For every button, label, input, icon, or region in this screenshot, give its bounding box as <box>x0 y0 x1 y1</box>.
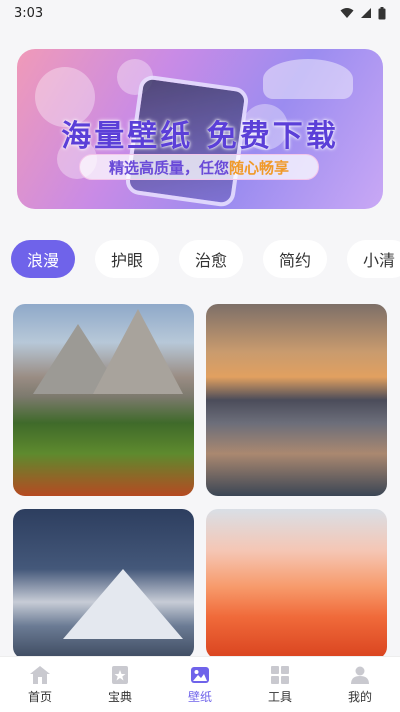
mountain-shape <box>63 569 183 639</box>
banner-decor-lamp <box>263 59 353 99</box>
tab-simple[interactable]: 简约 <box>263 240 327 278</box>
nav-label-tools: 工具 <box>267 689 292 704</box>
wifi-icon <box>340 8 354 18</box>
grid-icon <box>271 665 289 684</box>
nav-item-profile[interactable]: 我的 <box>325 665 395 705</box>
banner-title: 海量壁纸 免费下载 <box>61 119 339 154</box>
status-time: 3:03 <box>14 5 44 21</box>
mountain-shape <box>93 309 183 394</box>
home-icon <box>30 665 50 684</box>
status-bar: 3:03 <box>0 0 400 26</box>
nav-item-tools[interactable]: 工具 <box>245 665 315 705</box>
image-icon <box>191 666 209 683</box>
banner-subtitle: 精选高质量，任您 随心畅享 <box>79 154 319 180</box>
nav-label-wallpaper: 壁纸 <box>187 689 212 704</box>
nav-item-home[interactable]: 首页 <box>5 665 75 705</box>
promo-banner[interactable]: 海量壁纸 免费下载 精选高质量，任您 随心畅享 <box>17 49 383 209</box>
signal-icon <box>361 8 371 18</box>
nav-item-wallpaper[interactable]: 壁纸 <box>165 665 235 705</box>
banner-subtitle-main: 精选高质量，任您 <box>108 158 229 177</box>
nav-label-home: 首页 <box>27 689 52 704</box>
wallpaper-card[interactable] <box>206 304 387 496</box>
tab-eye-care[interactable]: 护眼 <box>95 240 159 278</box>
wallpaper-card[interactable] <box>13 304 194 496</box>
wallpaper-card[interactable] <box>206 509 387 659</box>
battery-icon <box>378 6 386 19</box>
tab-fresh[interactable]: 小清 <box>347 240 400 278</box>
nav-label-guide: 宝典 <box>107 689 132 704</box>
nav-label-profile: 我的 <box>347 689 372 704</box>
banner-subtitle-highlight: 随心畅享 <box>229 158 290 177</box>
bottom-nav: 首页 宝典 壁纸 工具 我的 <box>0 656 400 712</box>
category-tabs: 浪漫 护眼 治愈 简约 小清 <box>11 240 400 278</box>
status-icons <box>340 6 386 20</box>
book-icon <box>112 665 128 684</box>
tab-romantic[interactable]: 浪漫 <box>11 240 75 278</box>
user-icon <box>351 666 369 684</box>
tab-healing[interactable]: 治愈 <box>179 240 243 278</box>
nav-item-guide[interactable]: 宝典 <box>85 665 155 705</box>
wallpaper-card[interactable] <box>13 509 194 659</box>
